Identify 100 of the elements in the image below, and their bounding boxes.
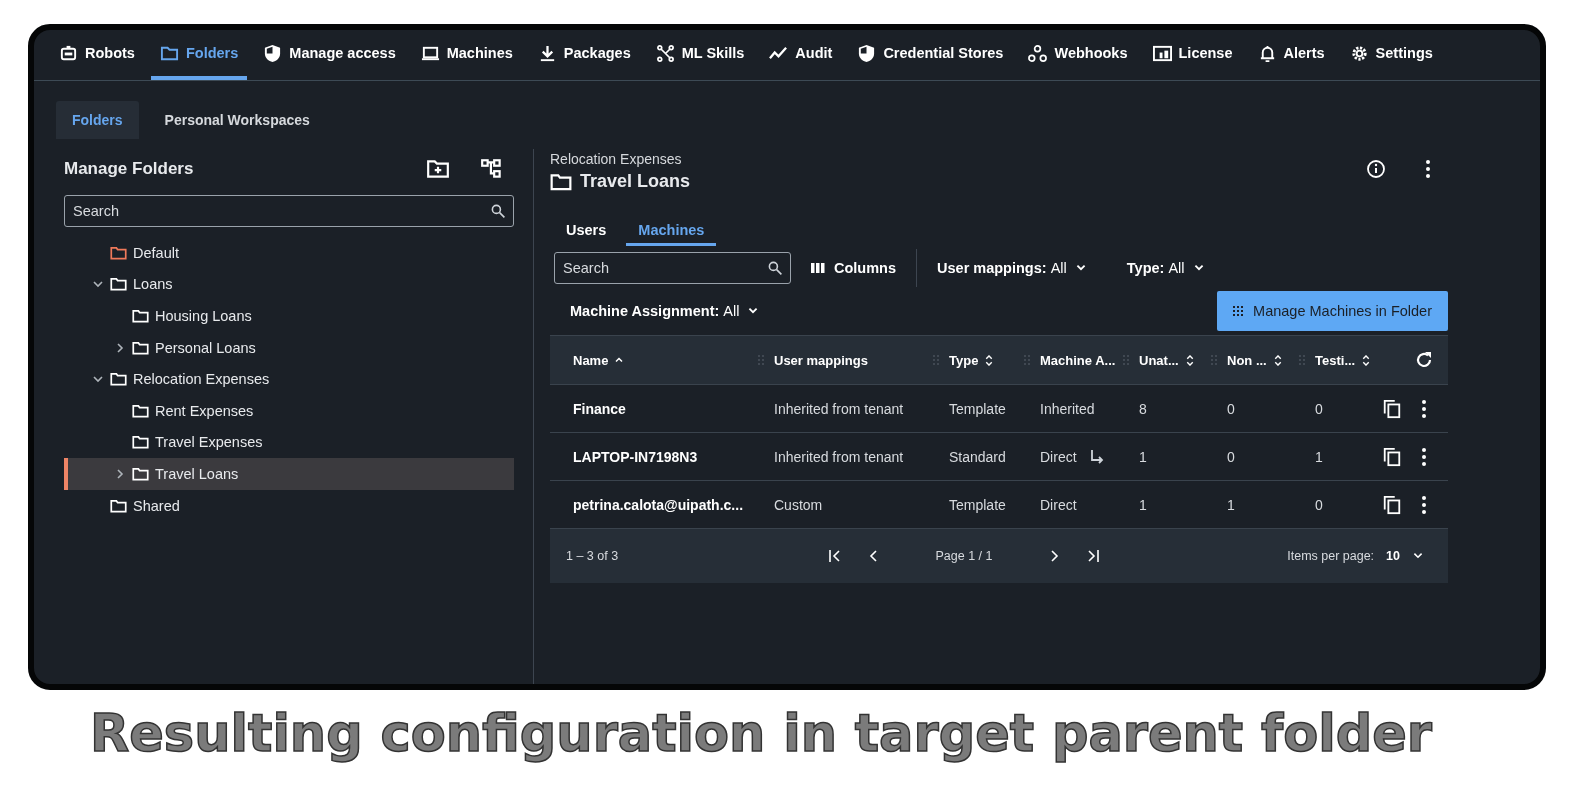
table-cell: 8 [1139,400,1147,417]
table-cell: 0 [1227,400,1235,417]
filter-dropdown[interactable]: Machine Assignment: All [550,295,780,327]
range-label: 1 – 3 of 3 [566,549,620,563]
folder-tree-item[interactable]: Loans [64,268,514,301]
search-field[interactable]: Search [554,252,791,284]
folder-name: Housing Loans [155,308,252,324]
table-cell: Finance [573,400,626,417]
folder-tree-item[interactable]: Default [64,237,514,269]
nav-tab[interactable]: Manage access [254,30,405,80]
robot-icon [59,43,78,63]
folder-name: Shared [133,497,180,514]
table-cell: LAPTOP-IN7198N3 [573,448,698,465]
column-header[interactable]: Testi... [1315,352,1356,368]
sort-icon[interactable] [1272,354,1283,366]
nav-tab[interactable]: License [1143,30,1242,80]
columns-button[interactable]: Columns [791,252,917,284]
info-icon[interactable] [1366,159,1386,179]
items-per-page-dropdown[interactable]: 10 [1386,549,1424,563]
breadcrumb: Relocation Expenses [550,151,683,167]
column-header[interactable]: Type [949,352,979,368]
table-cell: Inherited [1040,400,1095,417]
manage-machines-button[interactable]: Manage Machines in Folder [1217,291,1448,331]
folder-icon [132,309,149,323]
chevron-down-icon[interactable] [93,374,103,385]
copy-icon[interactable] [1382,398,1402,419]
drag-handle-icon[interactable] [1299,354,1305,366]
folder-tree-item[interactable]: Travel Expenses [64,426,514,459]
shield-icon [857,43,877,63]
drag-handle-icon[interactable] [1211,354,1217,366]
filter-dropdown[interactable]: User mappings: All [917,252,1107,284]
nav-tab[interactable]: Settings [1340,30,1442,80]
folder-name: Travel Loans [155,465,239,482]
nav-tab[interactable]: Audit [760,30,842,80]
folder-icon [550,172,572,191]
nav-tab[interactable]: Packages [528,30,640,80]
filter-dropdown[interactable]: Type: All [1106,252,1225,284]
tab[interactable]: Users [554,216,619,246]
folder-tree-item[interactable]: Rent Expenses [64,394,514,427]
nav-tab[interactable]: Folders [150,30,248,80]
folder-tree-item[interactable]: Housing Loans [64,300,514,332]
folder-icon [132,466,149,481]
folder-name: Loans [133,276,173,293]
column-header[interactable]: Machine A... [1040,352,1116,368]
chevron-right-icon[interactable] [115,468,125,479]
table-cell: petrina.calota@uipath.c... [573,496,744,513]
folder-tree-item[interactable]: Relocation Expenses [64,363,514,395]
nav-tab[interactable]: Machines [411,30,522,80]
folder-tree-item[interactable]: Personal Loans [64,331,514,364]
nav-tab[interactable]: ML Skills [646,30,754,80]
columns-icon [811,262,825,274]
drag-handle-icon[interactable] [1024,354,1030,366]
folder-icon [110,498,127,513]
tab[interactable]: Machines [626,216,717,246]
nav-tab[interactable]: Credential Stores [848,30,1013,80]
nav-tab[interactable]: Alerts [1248,30,1334,80]
table-cell: 1 [1139,496,1147,513]
search-field[interactable]: Search [64,195,514,227]
drag-handle-icon[interactable] [933,354,939,366]
column-header[interactable]: Unat... [1139,352,1179,368]
table-cell: Template [949,400,1006,417]
copy-icon[interactable] [1382,446,1402,467]
table-cell: 0 [1227,448,1235,465]
folder-icon [110,277,127,292]
chevron-right-icon[interactable] [115,342,125,353]
column-header[interactable]: Name [573,352,609,368]
nav-tab[interactable]: Webhooks [1019,30,1137,80]
sort-icon[interactable] [984,354,995,366]
folder-icon [132,403,149,418]
column-header[interactable]: User mappings [774,352,868,368]
refresh-icon[interactable] [1414,350,1434,370]
copy-icon[interactable] [1382,494,1402,515]
search-icon [490,203,506,219]
webhook-icon [1028,43,1048,63]
chevron-down-icon[interactable] [93,279,103,290]
sort-icon[interactable] [1361,354,1372,366]
table-cell: Custom [774,496,823,513]
folder-tree-item[interactable]: Shared [64,489,514,522]
turn-arrow-icon [1088,448,1105,465]
sort-icon[interactable] [1184,354,1195,366]
panel-title: Manage Folders [64,159,195,179]
nodes-icon [655,43,675,63]
column-header[interactable]: Non ... [1227,352,1267,368]
grid-icon [1233,306,1244,316]
folder-tree-item[interactable]: Travel Loans [64,458,514,490]
caption: Resulting configuration in target parent folder [90,704,1433,763]
sub-tab[interactable]: Folders [56,101,139,139]
hierarchy-icon[interactable] [480,158,504,180]
folder-icon [132,435,149,450]
add-folder-icon[interactable] [426,158,450,180]
nav-tab[interactable]: Robots [50,30,144,80]
folder-title: Travel Loans [580,171,691,192]
drag-handle-icon[interactable] [1123,354,1129,366]
drag-handle-icon[interactable] [758,354,764,366]
folder-name: Travel Expenses [155,434,263,451]
sub-tab[interactable]: Personal Workspaces [148,101,326,139]
search-icon [767,260,783,276]
folder-icon [132,340,149,355]
folder-icon [110,245,127,260]
devices-icon [1152,43,1172,63]
